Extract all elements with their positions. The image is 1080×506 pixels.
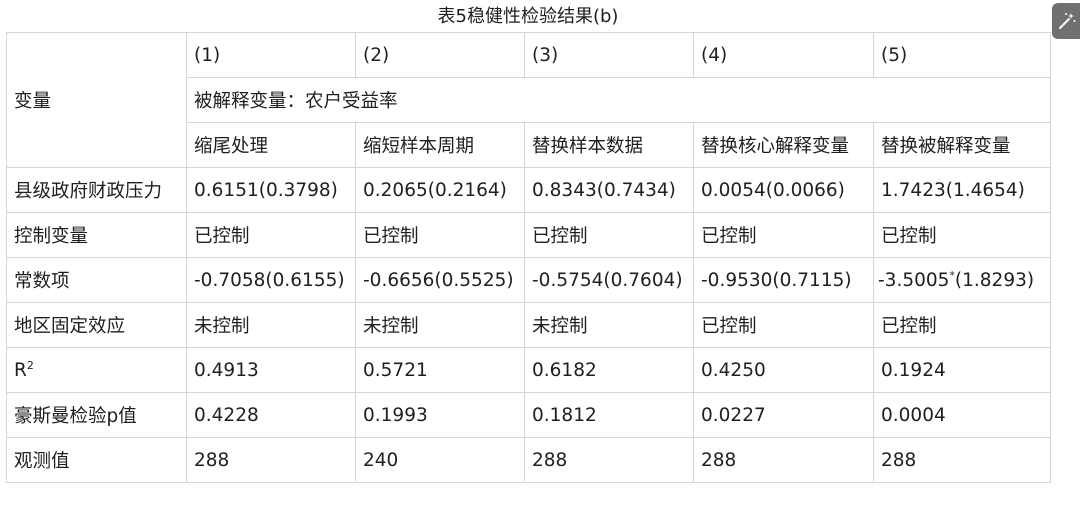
table-row: R2 0.4913 0.5721 0.6182 0.4250 0.1924 — [6, 347, 1051, 393]
magic-wand-icon — [1059, 13, 1076, 29]
method-5: 替换被解释变量 — [873, 122, 1051, 168]
magic-wand-button[interactable] — [1052, 3, 1080, 39]
table-cell: 已控制 — [524, 212, 694, 258]
table-cell: 0.0227 — [693, 392, 874, 438]
table-cell: 0.4913 — [186, 347, 356, 393]
table-cell: -0.9530(0.7115) — [693, 257, 874, 303]
table-cell: 1.7423(1.4654) — [873, 167, 1051, 213]
row-label: 观测值 — [6, 437, 187, 483]
header-row-numbers: 变量 (1) (2) (3) (4) (5) — [6, 32, 1051, 168]
table-row: 常数项 -0.7058(0.6155) -0.6656(0.5525) -0.5… — [6, 257, 1051, 303]
row-label: 常数项 — [6, 257, 187, 303]
cell-value: -3.5005 — [878, 269, 950, 291]
table-cell: 288 — [873, 437, 1051, 483]
table-row: 地区固定效应 未控制 未控制 未控制 已控制 已控制 — [6, 302, 1051, 348]
table-cell: 288 — [524, 437, 694, 483]
col-number-1: (1) — [186, 32, 356, 78]
table-cell: 0.4250 — [693, 347, 874, 393]
dependent-variable: 被解释变量：农户受益率 — [186, 77, 1051, 123]
method-2: 缩短样本周期 — [355, 122, 525, 168]
table-cell: 已控制 — [873, 212, 1051, 258]
variable-header: 变量 — [6, 32, 187, 168]
table-cell: 0.6151(0.3798) — [186, 167, 356, 213]
table-cell: 已控制 — [186, 212, 356, 258]
table-cell: -0.6656(0.5525) — [355, 257, 525, 303]
table-cell: 0.1812 — [524, 392, 694, 438]
method-3: 替换样本数据 — [524, 122, 694, 168]
table-cell: 未控制 — [355, 302, 525, 348]
table-cell: 0.4228 — [186, 392, 356, 438]
row-label-sup: 2 — [26, 358, 34, 372]
table-cell: -0.5754(0.7604) — [524, 257, 694, 303]
table-cell: 已控制 — [873, 302, 1051, 348]
table-cell: 0.1924 — [873, 347, 1051, 393]
table-cell: 0.6182 — [524, 347, 694, 393]
col-number-5: (5) — [873, 32, 1051, 78]
row-label: 豪斯曼检验p值 — [6, 392, 187, 438]
table-cell: -3.5005*(1.8293) — [873, 257, 1051, 303]
table-cell: 0.1993 — [355, 392, 525, 438]
row-label-main: R — [14, 359, 27, 381]
table-cell: 已控制 — [355, 212, 525, 258]
table-caption: 表5稳健性检验结果(b) — [437, 6, 619, 27]
cell-std-error: (1.8293) — [954, 269, 1035, 291]
table-cell: 0.0054(0.0066) — [693, 167, 874, 213]
col-number-4: (4) — [693, 32, 874, 78]
robustness-table: 变量 (1) (2) (3) (4) (5) 被解释变量：农户受益率 缩尾处理 … — [6, 32, 1051, 483]
table-cell: 未控制 — [186, 302, 356, 348]
table-cell: 0.5721 — [355, 347, 525, 393]
table-cell: -0.7058(0.6155) — [186, 257, 356, 303]
row-label: R2 — [6, 347, 187, 393]
table-row: 豪斯曼检验p值 0.4228 0.1993 0.1812 0.0227 0.00… — [6, 392, 1051, 438]
table-cell: 已控制 — [693, 302, 874, 348]
col-number-2: (2) — [355, 32, 525, 78]
table-cell: 已控制 — [693, 212, 874, 258]
table-row: 观测值 288 240 288 288 288 — [6, 437, 1051, 483]
table-cell: 240 — [355, 437, 525, 483]
col-number-3: (3) — [524, 32, 694, 78]
method-4: 替换核心解释变量 — [693, 122, 874, 168]
table-row: 县级政府财政压力 0.6151(0.3798) 0.2065(0.2164) 0… — [6, 167, 1051, 213]
table-cell: 未控制 — [524, 302, 694, 348]
table-cell: 0.2065(0.2164) — [355, 167, 525, 213]
row-label: 县级政府财政压力 — [6, 167, 187, 213]
table-row: 控制变量 已控制 已控制 已控制 已控制 已控制 — [6, 212, 1051, 258]
table-cell: 0.0004 — [873, 392, 1051, 438]
method-1: 缩尾处理 — [186, 122, 356, 168]
table-cell: 288 — [693, 437, 874, 483]
row-label: 控制变量 — [6, 212, 187, 258]
row-label: 地区固定效应 — [6, 302, 187, 348]
table-cell: 0.8343(0.7434) — [524, 167, 694, 213]
table-cell: 288 — [186, 437, 356, 483]
